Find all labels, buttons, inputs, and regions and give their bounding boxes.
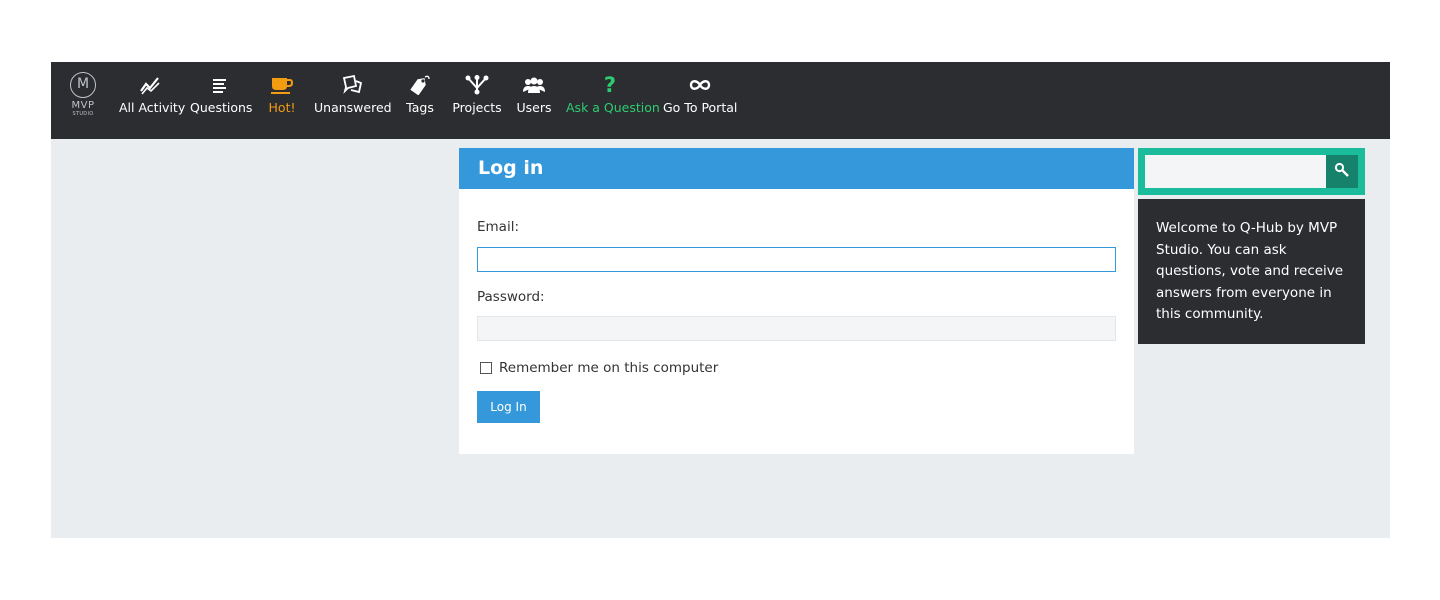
logo-mark-icon: M (70, 72, 96, 98)
search-icon (1334, 162, 1350, 181)
coffee-cup-icon (267, 72, 297, 98)
nav-ask-question[interactable]: ? Ask a Question (566, 72, 660, 122)
nav-questions[interactable]: Questions (190, 72, 253, 122)
chat-bubbles-icon (314, 72, 389, 98)
login-title: Log in (459, 148, 1134, 189)
nav-label: Tags (406, 100, 434, 115)
password-field[interactable] (477, 316, 1116, 341)
login-panel: Log in Email: Password: Remember me on t… (459, 148, 1134, 454)
list-lines-icon (190, 72, 250, 98)
search-button[interactable] (1326, 155, 1358, 188)
nav-unanswered[interactable]: Unanswered (314, 72, 392, 122)
nav-hot[interactable]: Hot! (267, 72, 297, 122)
nav-projects[interactable]: Projects (452, 72, 502, 122)
page-frame: M MVP STUDIO All Activity Questions Hot! (51, 62, 1390, 538)
nav-label: Projects (452, 100, 502, 115)
search-box (1138, 148, 1365, 195)
mvp-studio-logo[interactable]: M MVP STUDIO (67, 72, 99, 122)
question-mark-icon: ? (603, 73, 617, 97)
nav-label: Users (516, 100, 552, 115)
nav-all-activity[interactable]: All Activity (119, 72, 186, 122)
search-input[interactable] (1145, 155, 1326, 188)
email-field[interactable] (477, 247, 1116, 272)
nav-go-to-portal[interactable]: Go To Portal (663, 72, 738, 122)
top-navbar: M MVP STUDIO All Activity Questions Hot! (51, 62, 1390, 139)
nav-label: Questions (190, 100, 253, 115)
remember-me-label[interactable]: Remember me on this computer (499, 360, 718, 376)
welcome-message: Welcome to Q-Hub by MVP Studio. You can … (1138, 199, 1365, 344)
tag-icon (405, 72, 435, 98)
password-label: Password: (477, 289, 545, 305)
remember-me-checkbox[interactable] (480, 362, 492, 374)
nav-label: Go To Portal (663, 100, 738, 115)
activity-chart-icon (119, 72, 181, 98)
fork-icon (452, 72, 502, 98)
logo-subtitle: STUDIO (72, 111, 94, 117)
nav-label: Unanswered (314, 100, 392, 115)
nav-label: Hot! (268, 100, 296, 115)
remember-me-row: Remember me on this computer (480, 359, 718, 377)
infinity-icon (663, 72, 736, 98)
login-button[interactable]: Log In (477, 391, 540, 423)
nav-label: All Activity (119, 100, 186, 115)
users-icon (516, 72, 552, 98)
nav-tags[interactable]: Tags (405, 72, 435, 122)
logo-title: MVP (71, 100, 95, 111)
nav-label: Ask a Question (566, 100, 660, 115)
nav-users[interactable]: Users (516, 72, 552, 122)
email-label: Email: (477, 219, 520, 235)
